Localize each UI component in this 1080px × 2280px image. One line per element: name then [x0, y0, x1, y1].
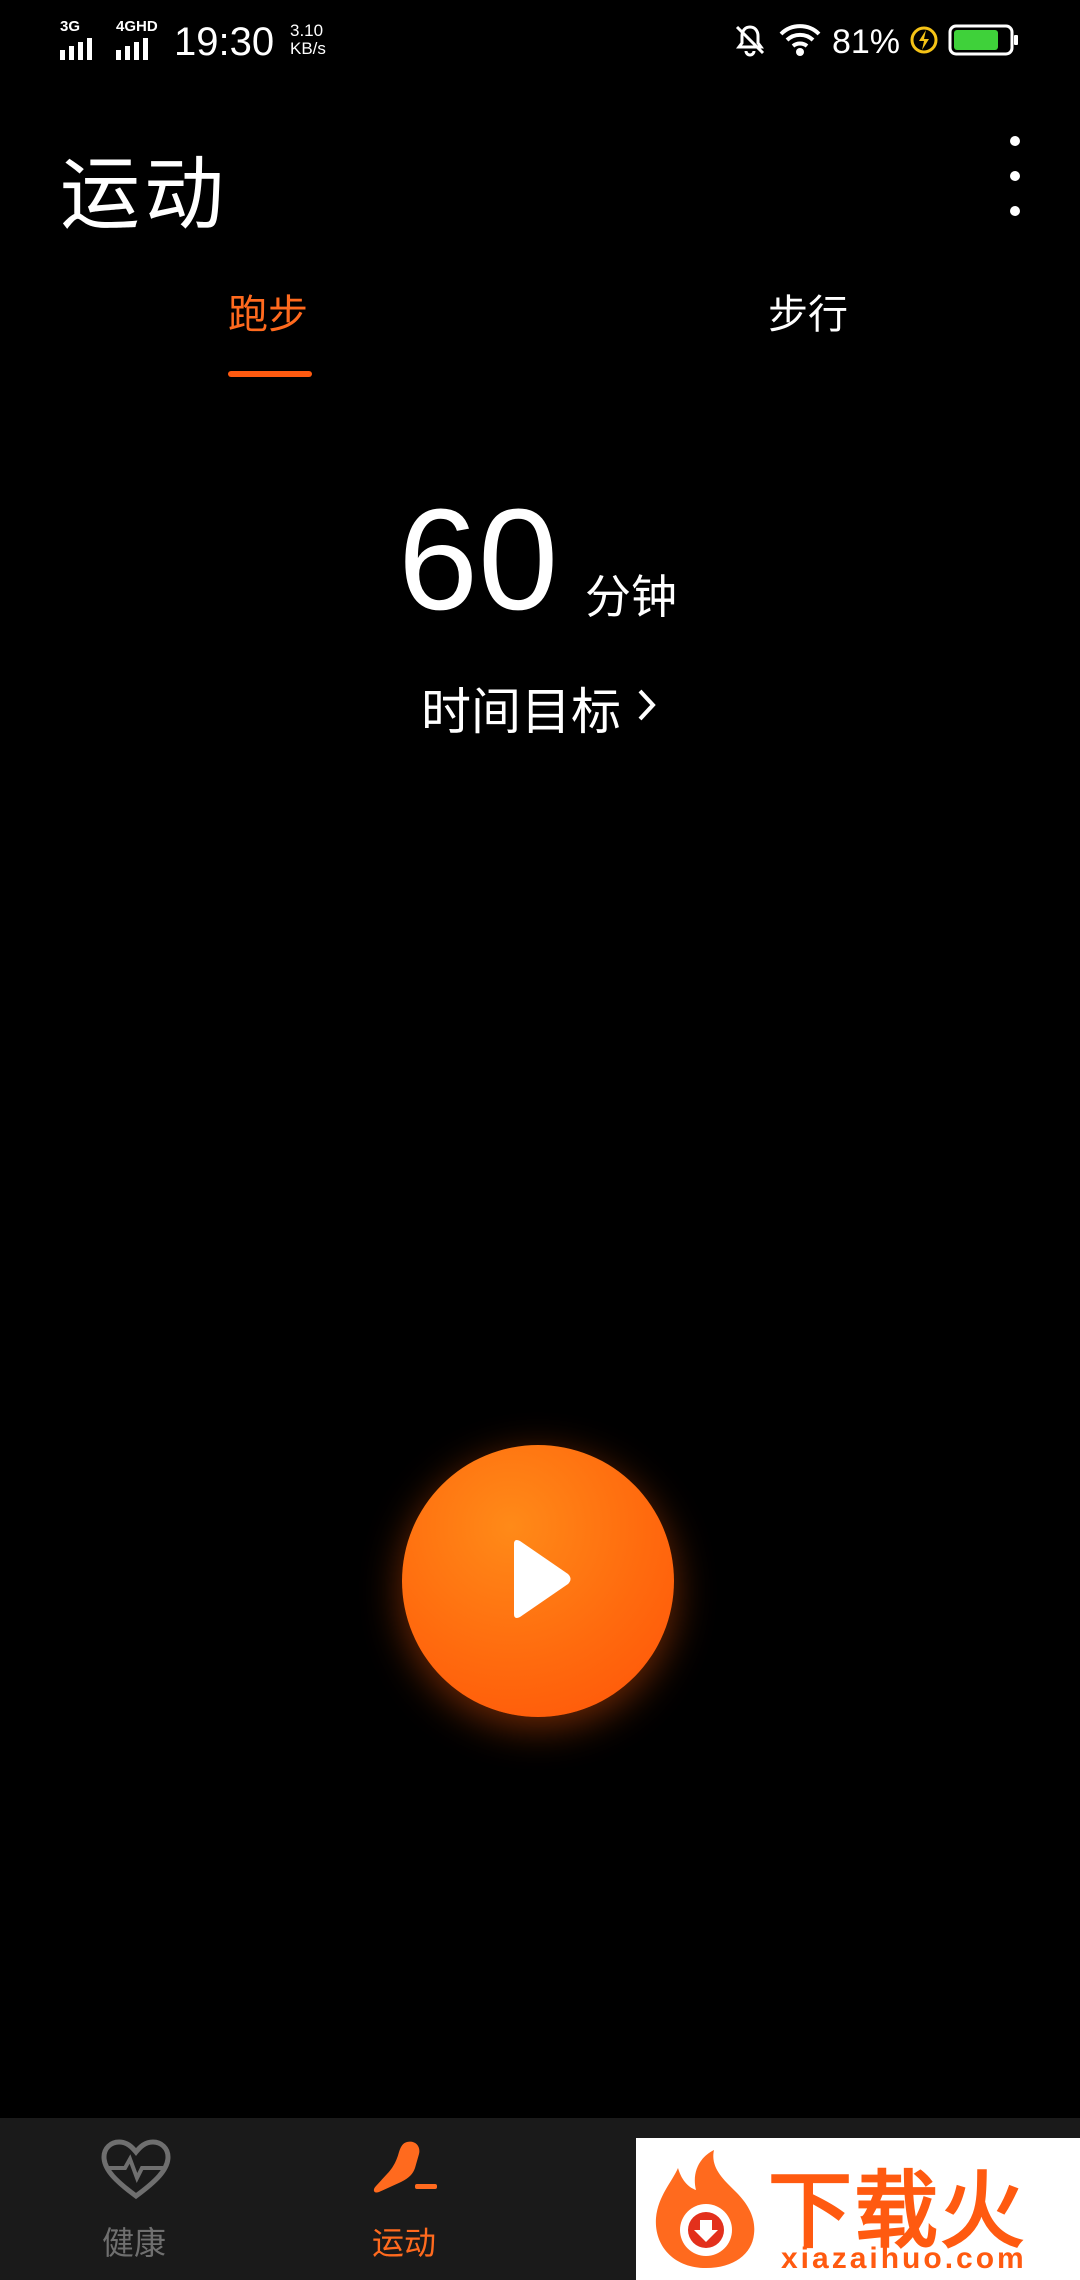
start-workout-button[interactable]: [402, 1445, 674, 1717]
flame-logo-icon: [644, 2146, 768, 2276]
tab-running[interactable]: 跑步: [228, 282, 308, 340]
signal-bars-icon: [60, 38, 92, 60]
page-title: 运动: [60, 148, 228, 241]
site-watermark: 下载火 xiazaihuo.com: [636, 2138, 1080, 2280]
chevron-right-icon: [635, 679, 659, 737]
bell-muted-icon: [732, 22, 768, 62]
network-speed: 3.10 KB/s: [290, 22, 326, 58]
network-speed-unit: KB/s: [290, 39, 326, 58]
signal-bars-icon: [116, 38, 148, 60]
active-tab-indicator: [228, 371, 312, 377]
battery-icon: [948, 23, 1020, 61]
nav-label-sport: 运动: [371, 2224, 436, 2262]
app-screen: 3G 4GHD 19:30 3.10 KB/s 81% 运动 跑步 步行 60 …: [0, 0, 1080, 2280]
nav-item-health[interactable]: 健康: [34, 2118, 234, 2280]
network-speed-value: 3.10: [290, 21, 324, 40]
status-icons: 81%: [732, 20, 1020, 64]
goal-value: 60: [398, 479, 559, 640]
more-vertical-icon: [1010, 136, 1020, 146]
nav-item-sport[interactable]: 运动: [304, 2118, 504, 2280]
goal-type-label: 时间目标: [421, 683, 621, 741]
running-shoe-icon: [369, 2138, 443, 2206]
network-type-label: 4GHD: [116, 18, 158, 35]
tab-walking[interactable]: 步行: [768, 282, 848, 340]
nav-label-health: 健康: [101, 2224, 166, 2262]
status-bar: 3G 4GHD 19:30 3.10 KB/s 81%: [0, 0, 1080, 84]
more-menu-button[interactable]: [990, 136, 1040, 216]
watermark-url: xiazaihuo.com: [781, 2242, 1027, 2275]
heart-pulse-icon: [99, 2138, 173, 2206]
wifi-icon: [778, 22, 822, 62]
charging-icon: [910, 25, 938, 59]
network-type-label: 3G: [60, 18, 81, 35]
goal-unit: 分钟: [585, 570, 677, 624]
battery-percent: 81%: [831, 22, 900, 61]
goal-type-selector[interactable]: 时间目标: [0, 672, 1080, 744]
clock: 19:30: [174, 20, 275, 64]
play-icon: [498, 1534, 578, 1628]
